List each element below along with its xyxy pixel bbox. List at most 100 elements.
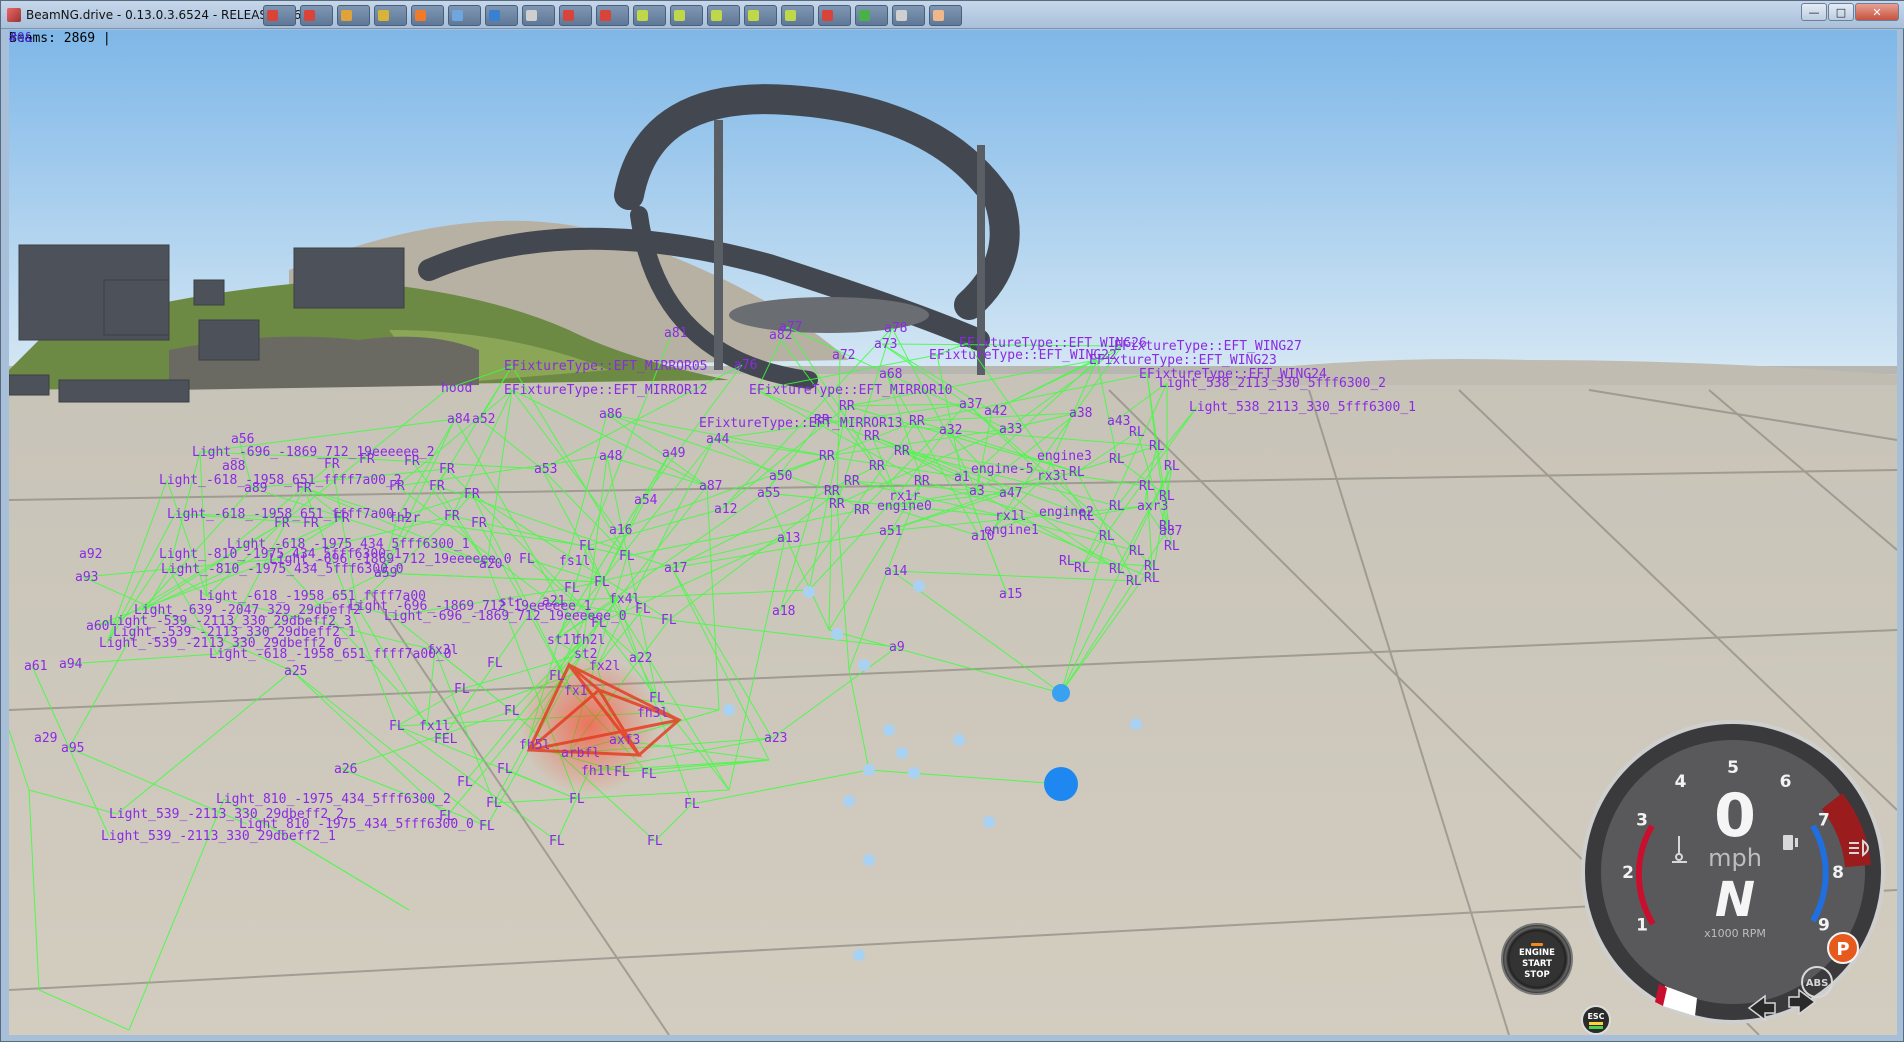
node-label: a42: [984, 404, 1007, 419]
taskbar-app-icon: [304, 10, 315, 21]
taskbar-tab[interactable]: [892, 5, 925, 26]
taskbar-app-icon: [637, 10, 648, 21]
node-label: fx1: [564, 684, 587, 699]
taskbar-tab[interactable]: [670, 5, 703, 26]
taskbar-tab[interactable]: [522, 5, 555, 26]
node-label: a76: [734, 358, 757, 373]
node-dot: [953, 734, 965, 746]
taskbar-tab[interactable]: [929, 5, 962, 26]
node-label: a29: [34, 731, 57, 746]
node-label: a92: [79, 547, 102, 562]
node-label: a16: [609, 523, 632, 538]
node-label: rx1r: [889, 489, 920, 504]
node-label: EFixtureType::EFT_MIRROR05: [504, 359, 708, 374]
node-label: FL: [549, 669, 565, 684]
rpm-tick-label: 5: [1727, 758, 1739, 778]
abs-label: ABS: [1806, 978, 1829, 989]
node-label: FL: [497, 762, 513, 777]
node-label: RL: [1144, 571, 1160, 586]
taskbar-tab[interactable]: [374, 5, 407, 26]
node-label: RL: [1164, 459, 1180, 474]
node-label: FEL: [434, 732, 458, 747]
node-label: a13: [777, 531, 800, 546]
node-dot: [863, 764, 875, 776]
node-label: fh5l: [519, 738, 550, 753]
maximize-button[interactable]: □: [1828, 3, 1854, 21]
node-label: a1: [954, 470, 970, 485]
taskbar-tab[interactable]: [818, 5, 851, 26]
node-a14: [1052, 684, 1070, 702]
node-label: a17: [664, 561, 687, 576]
rpm-tick-label: 9: [1818, 916, 1830, 936]
node-label: a54: [634, 493, 658, 508]
engine-start-stop-button[interactable]: ENGINE START STOP: [1501, 923, 1573, 995]
node-label: RR: [869, 459, 885, 474]
node-label: RL: [1164, 539, 1180, 554]
node-label: FR: [444, 509, 460, 524]
taskbar-tab[interactable]: [707, 5, 740, 26]
node-label: FR: [464, 487, 480, 502]
taskbar-tab[interactable]: [559, 5, 592, 26]
node-label: fx3l: [427, 643, 458, 658]
taskbar-tab[interactable]: [596, 5, 629, 26]
beam-counter: Beams: 2869 | #0&: [9, 31, 111, 46]
node-label: FR: [334, 511, 350, 526]
node-label: a3: [969, 484, 985, 499]
node-label: RR: [829, 497, 845, 512]
node-label: FL: [454, 682, 470, 697]
node-label: fh3l: [637, 706, 668, 721]
taskbar-tab[interactable]: [781, 5, 814, 26]
taskbar-app-icon: [674, 10, 685, 21]
node-label: FR: [439, 462, 455, 477]
esc-label: ESC: [1587, 1012, 1605, 1021]
node-label: RL: [1074, 561, 1090, 576]
rpm-tick-label: 8: [1832, 863, 1844, 883]
node-label: rx3l: [1037, 469, 1068, 484]
node-label: a59: [374, 566, 397, 581]
esc-button[interactable]: ESC: [1581, 1005, 1611, 1035]
title-bar[interactable]: BeamNG.drive - 0.13.0.3.6524 - RELEASE -…: [1, 1, 1904, 29]
node-label: a84: [447, 412, 471, 427]
rpm-unit: x1000 RPM: [1704, 927, 1766, 940]
node-label: EFixtureType::EFT_MIRROR10: [749, 383, 953, 398]
node-label: a21: [542, 594, 565, 609]
engine-label-line3: STOP: [1524, 970, 1550, 980]
node-label: RL: [1109, 562, 1125, 577]
node-label: Light_538_2113_330_5fff6300_2: [1159, 376, 1386, 391]
taskbar-app-icon: [341, 10, 352, 21]
taskbar-tab[interactable]: [337, 5, 370, 26]
node-label: a52: [472, 412, 495, 427]
window-controls: — □ ✕: [1801, 3, 1899, 21]
taskbar-tab[interactable]: [263, 5, 296, 26]
taskbar-tab[interactable]: [411, 5, 444, 26]
taskbar-tab[interactable]: [485, 5, 518, 26]
taskbar-tab[interactable]: [448, 5, 481, 26]
taskbar-app-icon: [452, 10, 463, 21]
engine-label-line2: START: [1522, 959, 1552, 969]
node-label: FR: [429, 479, 445, 494]
node-label: RL: [1139, 479, 1155, 494]
node-label: a9: [889, 640, 905, 655]
node-label: FL: [479, 819, 495, 834]
node-label: Light_538_2113_330_5fff6300_1: [1189, 400, 1416, 415]
selected-node[interactable]: [1044, 767, 1078, 801]
taskbar-tab[interactable]: [633, 5, 666, 26]
node-label: a87: [699, 479, 722, 494]
node-dot: [803, 586, 815, 598]
node-label: RR: [864, 429, 880, 444]
taskbar-tab[interactable]: [744, 5, 777, 26]
node-label: fh1l: [581, 764, 612, 779]
node-label: a95: [61, 741, 84, 756]
esc-led: [1589, 1022, 1603, 1025]
node-label: FR: [389, 479, 405, 494]
taskbar-tab[interactable]: [855, 5, 888, 26]
close-button[interactable]: ✕: [1855, 3, 1899, 21]
node-label: FL: [389, 719, 405, 734]
rpm-tick-label: 1: [1636, 916, 1648, 936]
node-label: a14: [884, 564, 908, 579]
speed-unit: mph: [1708, 844, 1762, 872]
node-label: a88: [222, 459, 245, 474]
game-viewport[interactable]: a81 a77 a78 a82 a73 a72 a76 a68 hood EFixtureType…: [9, 30, 1897, 1035]
minimize-button[interactable]: —: [1801, 3, 1827, 21]
taskbar-tab[interactable]: [300, 5, 333, 26]
